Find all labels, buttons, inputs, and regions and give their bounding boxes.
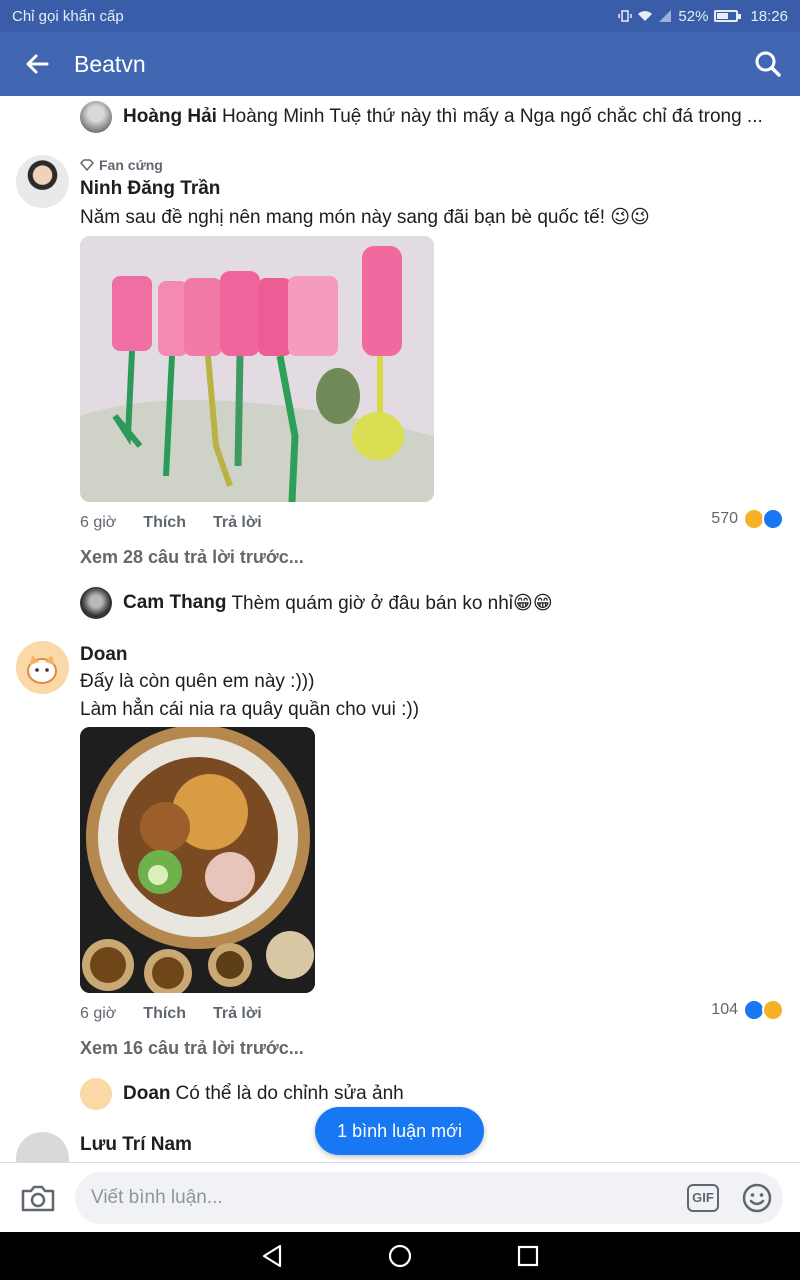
search-icon [755, 51, 781, 77]
reply-author[interactable]: Cam Thang [123, 592, 226, 614]
comment-composer: Viết bình luận... GIF [0, 1162, 800, 1232]
jelly-candy-photo [80, 236, 434, 502]
avatar[interactable] [80, 587, 112, 619]
haha-icon [762, 999, 784, 1021]
reply-author[interactable]: Hoàng Hải [123, 106, 217, 128]
comment-author[interactable]: Doan [80, 644, 128, 666]
reply-button[interactable]: Trả lời [213, 1005, 262, 1023]
reply-item: Doan Có thể là do chỉnh sửa ảnh [80, 1077, 404, 1111]
search-button[interactable] [736, 32, 800, 96]
avatar[interactable] [80, 1078, 112, 1110]
wifi-icon [638, 11, 653, 21]
reply-text: Thèm quám giờ ở đâu bán ko nhỉ😁😁 [231, 592, 553, 614]
page-title: Beatvn [74, 50, 146, 77]
system-nav-bar [0, 1232, 800, 1280]
comment-time: 6 giờ [80, 1005, 117, 1022]
avatar[interactable] [16, 641, 69, 694]
comment-meta: 6 giờ Thích Trả lời [80, 1005, 262, 1023]
back-triangle-icon[interactable] [261, 1244, 283, 1268]
comment-meta: 6 giờ Thích Trả lời [80, 514, 262, 532]
comment-placeholder: Viết bình luận... [91, 1186, 223, 1208]
comment-input[interactable]: Viết bình luận... GIF [75, 1171, 783, 1224]
gif-button[interactable]: GIF [687, 1183, 719, 1212]
camera-icon [21, 1185, 54, 1211]
clock: 18:26 [750, 7, 788, 25]
reaction-count: 104 [711, 1001, 738, 1018]
camera-button[interactable] [0, 1163, 75, 1233]
comment-time: 6 giờ [80, 514, 117, 531]
comment-text-line2: Làm hẳn cái nia ra quây quần cho vui :)) [80, 699, 420, 720]
like-button[interactable]: Thích [143, 1005, 186, 1023]
new-comments-button[interactable]: 1 bình luận mới [315, 1107, 484, 1155]
reply-item: Cam Thang Thèm quám giờ ở đâu bán ko nhỉ… [80, 586, 553, 620]
reaction-count: 570 [711, 510, 738, 527]
battery-icon [714, 10, 742, 22]
reaction-summary[interactable]: 104 [711, 999, 784, 1021]
comment-text: Năm sau đề nghị nên mang món này sang đã… [80, 207, 650, 228]
status-bar: Chỉ gọi khẩn cấp 52% 18:26 [0, 0, 800, 32]
reply-item: Hoàng Hải Hoàng Minh Tuệ thứ này thì mấy… [80, 100, 800, 134]
back-button[interactable] [0, 32, 74, 96]
cat-icon [27, 655, 57, 684]
comment-author[interactable]: Lưu Trí Nam [80, 1134, 192, 1156]
battery-percent: 52% [678, 7, 709, 25]
comment-author[interactable]: Ninh Đăng Trần [80, 178, 220, 200]
fan-badge: Fan cứng [80, 157, 163, 173]
view-previous-replies[interactable]: Xem 28 câu trả lời trước... [80, 547, 304, 568]
emoji-icon[interactable] [741, 1182, 773, 1214]
reply-author[interactable]: Doan [123, 1083, 171, 1105]
carrier-text: Chỉ gọi khẩn cấp [12, 7, 124, 25]
app-header: Beatvn [0, 32, 800, 96]
reply-text: Có thể là do chỉnh sửa ảnh [175, 1083, 404, 1104]
home-circle-icon[interactable] [388, 1244, 412, 1268]
vibrate-icon [618, 10, 633, 22]
food-tray-photo [80, 727, 315, 993]
reply-button[interactable]: Trả lời [213, 514, 262, 532]
signal-icon [659, 10, 672, 22]
comment-photo[interactable] [80, 727, 315, 993]
like-button[interactable]: Thích [143, 514, 186, 532]
comments-feed[interactable]: Hoàng Hải Hoàng Minh Tuệ thứ này thì mấy… [0, 96, 800, 1162]
like-icon [762, 508, 784, 530]
badge-label: Fan cứng [99, 157, 163, 173]
arrow-left-icon [26, 54, 49, 74]
avatar[interactable] [16, 155, 69, 208]
reaction-summary[interactable]: 570 [711, 508, 784, 530]
diamond-icon [80, 159, 94, 171]
comment-photo[interactable] [80, 236, 434, 502]
comment-text-line1: Đấy là còn quên em này :))) [80, 671, 315, 692]
reply-text: Hoàng Minh Tuệ thứ này thì mấy a Nga ngố… [221, 106, 763, 127]
recents-square-icon[interactable] [517, 1245, 539, 1267]
view-previous-replies[interactable]: Xem 16 câu trả lời trước... [80, 1038, 304, 1059]
avatar[interactable] [16, 1132, 69, 1162]
avatar[interactable] [80, 101, 112, 133]
